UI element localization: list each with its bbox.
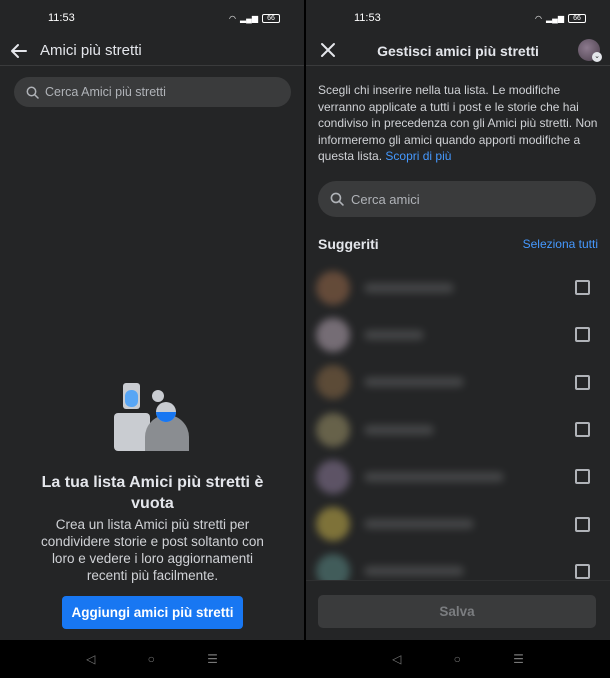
search-placeholder: Cerca amici bbox=[351, 191, 420, 207]
friend-name-blurred bbox=[364, 282, 454, 293]
system-nav-bar: ◁ ○ ☰ bbox=[306, 640, 610, 678]
search-placeholder: Cerca Amici più stretti bbox=[45, 85, 166, 99]
search-friends-input[interactable]: Cerca amici bbox=[318, 181, 596, 217]
friend-name-blurred bbox=[364, 424, 434, 435]
list-item[interactable] bbox=[306, 311, 610, 358]
avatar bbox=[316, 270, 350, 305]
checkbox[interactable] bbox=[575, 327, 590, 343]
search-input[interactable]: Cerca Amici più stretti bbox=[14, 77, 291, 107]
status-icons: ◠ ▂▄▆ 66 bbox=[535, 13, 586, 23]
friends-list bbox=[306, 264, 610, 580]
avatar bbox=[316, 507, 350, 542]
nav-recents-icon[interactable]: ☰ bbox=[513, 652, 524, 666]
close-friends-illustration bbox=[114, 383, 189, 451]
battery-icon: 66 bbox=[262, 13, 280, 23]
info-description: Scegli chi inserire nella tua lista. Le … bbox=[318, 83, 598, 163]
list-item[interactable] bbox=[306, 359, 610, 406]
checkbox[interactable] bbox=[575, 374, 590, 390]
list-item[interactable] bbox=[306, 548, 610, 580]
page-title: Gestisci amici più stretti bbox=[377, 42, 539, 59]
battery-icon: 66 bbox=[568, 13, 586, 23]
nav-home-icon[interactable]: ○ bbox=[454, 652, 461, 666]
status-bar: 11:53 ◠ ▂▄▆ 66 bbox=[306, 0, 610, 36]
back-arrow-icon[interactable] bbox=[10, 41, 30, 61]
page-title: Amici più stretti bbox=[40, 42, 142, 59]
header: Gestisci amici più stretti ⌄ bbox=[306, 36, 610, 66]
save-bar: Salva bbox=[306, 580, 610, 640]
info-text: Scegli chi inserire nella tua lista. Le … bbox=[318, 82, 603, 165]
save-button[interactable]: Salva bbox=[318, 595, 596, 628]
suggested-title: Suggeriti bbox=[318, 236, 379, 252]
friend-name-blurred bbox=[364, 377, 464, 388]
checkbox[interactable] bbox=[575, 563, 590, 579]
avatar bbox=[316, 365, 350, 400]
avatar bbox=[316, 412, 350, 447]
status-icons: ◠ ▂▄▆ 66 bbox=[229, 13, 280, 23]
suggested-header: Suggeriti Seleziona tutti bbox=[318, 236, 598, 252]
list-item[interactable] bbox=[306, 500, 610, 547]
chevron-down-icon[interactable]: ⌄ bbox=[592, 52, 602, 62]
avatar bbox=[316, 554, 350, 580]
select-all-link[interactable]: Seleziona tutti bbox=[523, 237, 598, 251]
empty-state-title: La tua lista Amici più stretti è vuota bbox=[41, 474, 264, 512]
search-icon bbox=[330, 192, 344, 206]
empty-state-description: Crea un lista Amici più stretti per cond… bbox=[41, 517, 264, 583]
list-item[interactable] bbox=[306, 406, 610, 453]
left-screen: 11:53 ◠ ▂▄▆ 66 Amici più stretti Cerca A… bbox=[0, 0, 304, 678]
nav-back-icon[interactable]: ◁ bbox=[86, 652, 95, 666]
friend-name-blurred bbox=[364, 566, 464, 577]
list-item[interactable] bbox=[306, 264, 610, 311]
add-close-friends-button[interactable]: Aggiungi amici più stretti bbox=[62, 596, 243, 629]
status-time: 11:53 bbox=[354, 12, 381, 24]
signal-icon: ▂▄▆ bbox=[240, 13, 258, 23]
learn-more-link[interactable]: Scopri di più bbox=[385, 149, 451, 163]
wifi-icon: ◠ bbox=[229, 13, 237, 23]
avatar bbox=[316, 317, 350, 352]
checkbox[interactable] bbox=[575, 469, 590, 485]
list-item[interactable] bbox=[306, 453, 610, 500]
checkbox[interactable] bbox=[575, 516, 590, 532]
right-screen: 11:53 ◠ ▂▄▆ 66 Gestisci amici più strett… bbox=[306, 0, 610, 678]
checkbox[interactable] bbox=[575, 280, 590, 296]
avatar bbox=[316, 459, 350, 494]
checkbox[interactable] bbox=[575, 422, 590, 438]
nav-back-icon[interactable]: ◁ bbox=[392, 652, 401, 666]
signal-icon: ▂▄▆ bbox=[546, 13, 564, 23]
status-time: 11:53 bbox=[48, 12, 75, 24]
system-nav-bar: ◁ ○ ☰ bbox=[0, 640, 304, 678]
wifi-icon: ◠ bbox=[535, 13, 543, 23]
nav-home-icon[interactable]: ○ bbox=[148, 652, 155, 666]
search-icon bbox=[26, 86, 39, 99]
friend-name-blurred bbox=[364, 329, 424, 340]
friend-name-blurred bbox=[364, 471, 504, 482]
nav-recents-icon[interactable]: ☰ bbox=[207, 652, 218, 666]
status-bar: 11:53 ◠ ▂▄▆ 66 bbox=[0, 0, 304, 36]
friend-name-blurred bbox=[364, 519, 474, 530]
header: Amici più stretti bbox=[0, 36, 304, 66]
